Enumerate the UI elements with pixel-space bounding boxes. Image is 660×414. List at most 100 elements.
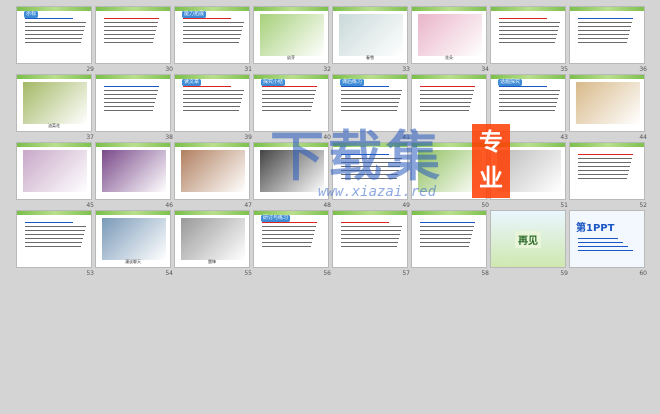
slide-thumbnail[interactable]: 第1PPT [569,210,645,268]
slide-thumbnail[interactable]: 示标 [16,6,92,64]
text-line [420,102,471,103]
slide-number: 45 [86,202,94,209]
slide-thumbnail[interactable]: 课后练习 [332,74,408,132]
slide-vine-decoration [333,7,407,11]
text-line [341,86,389,87]
text-line [499,22,560,23]
slide-number: 43 [560,134,568,141]
slide-thumbnail[interactable]: 春雪 [332,6,408,64]
slide-thumbnail[interactable]: 话题探究 [490,74,566,132]
text-line [341,238,399,239]
slide-thumbnail[interactable] [490,142,566,200]
slide-vine-decoration [175,211,249,215]
slide-thumbnail[interactable]: 研讨与练习 [253,210,329,268]
slide-thumbnail[interactable] [569,6,645,64]
text-line [104,98,156,99]
text-line [578,166,630,167]
text-line [499,106,556,107]
text-line [499,86,547,87]
text-line [420,90,474,91]
slide-text-body [260,219,324,265]
slide-number: 52 [639,202,647,209]
text-line [578,38,628,39]
text-line [499,94,559,95]
slide-thumbnail[interactable]: 花朵 [411,6,487,64]
slide-caption: 雷锋 [208,259,216,264]
slide-thumbnail[interactable]: 雷锋 [174,210,250,268]
text-line [578,30,630,31]
text-line [341,158,402,159]
text-line [341,106,398,107]
text-line [499,18,547,19]
slide-sorter-grid: 示标 29 30 能力拓展 31 幼芽 32 春雪 33 花朵 34 35 36 油菜花 37 38 读文章 39… [0,0,660,414]
slide-photo [576,82,640,124]
slide-thumbnail[interactable] [332,210,408,268]
slide-thumbnail[interactable] [569,142,645,200]
slide-number: 31 [244,66,252,73]
slide-thumbnail[interactable] [411,74,487,132]
text-line [499,110,555,111]
text-line [499,90,560,91]
text-line [341,94,401,95]
slide-thumbnail[interactable] [253,142,329,200]
slide-thumbnail[interactable] [332,142,408,200]
text-line [341,166,400,167]
slide-number: 41 [402,134,410,141]
slide-thumbnail[interactable] [16,210,92,268]
slide-thumbnail[interactable] [95,6,171,64]
slide-thumbnail[interactable] [16,142,92,200]
slide-number: 37 [86,134,94,141]
slide-photo [260,150,324,192]
text-line [25,18,73,19]
slide-thumbnail[interactable] [95,74,171,132]
slide-thumbnail[interactable]: 探究小结 [253,74,329,132]
slide-vine-decoration [17,75,91,79]
slide-text-body [576,235,640,267]
text-line [262,94,315,95]
slide-vine-decoration [491,143,565,147]
text-line [578,174,628,175]
text-line [578,246,628,247]
slide-thumbnail[interactable]: 油菜花 [16,74,92,132]
text-line [183,86,231,87]
text-line [25,238,83,239]
slide-thumbnail[interactable]: 读文章 [174,74,250,132]
text-line [25,22,86,23]
slide-vine-decoration [412,7,486,11]
text-line [578,170,629,171]
slide-text-body [576,151,640,197]
text-line [499,26,559,27]
slide-number: 38 [165,134,173,141]
slide-number: 30 [165,66,173,73]
slide-thumbnail[interactable]: 幼芽 [253,6,329,64]
text-line [104,90,158,91]
ppt-logo: 第1PPT [576,223,615,234]
slide-vine-decoration [17,211,91,215]
text-line [262,98,314,99]
slide-thumbnail[interactable] [490,6,566,64]
text-line [183,98,242,99]
slide-thumbnail[interactable]: 能力拓展 [174,6,250,64]
slide-caption: 春雪 [366,55,374,60]
text-line [578,178,627,179]
slide-thumbnail[interactable] [174,142,250,200]
slide-thumbnail[interactable] [411,142,487,200]
slide-thumbnail[interactable] [411,210,487,268]
text-line [183,102,241,103]
slide-number: 60 [639,270,647,277]
slide-vine-decoration [96,143,170,147]
slide-vine-decoration [254,7,328,11]
slide-thumbnail[interactable] [569,74,645,132]
slide-number: 54 [165,270,173,277]
text-line [341,242,398,243]
text-line [262,226,316,227]
slide-thumbnail[interactable] [95,142,171,200]
slide-text-body [497,15,561,61]
slide-vine-decoration [570,75,644,79]
text-line [262,246,311,247]
slide-thumbnail[interactable]: 再见 [490,210,566,268]
slide-photo [102,218,166,260]
slide-thumbnail[interactable]: 漫谈聊天 [95,210,171,268]
slide-vine-decoration [254,143,328,147]
slide-text-body [102,83,166,129]
